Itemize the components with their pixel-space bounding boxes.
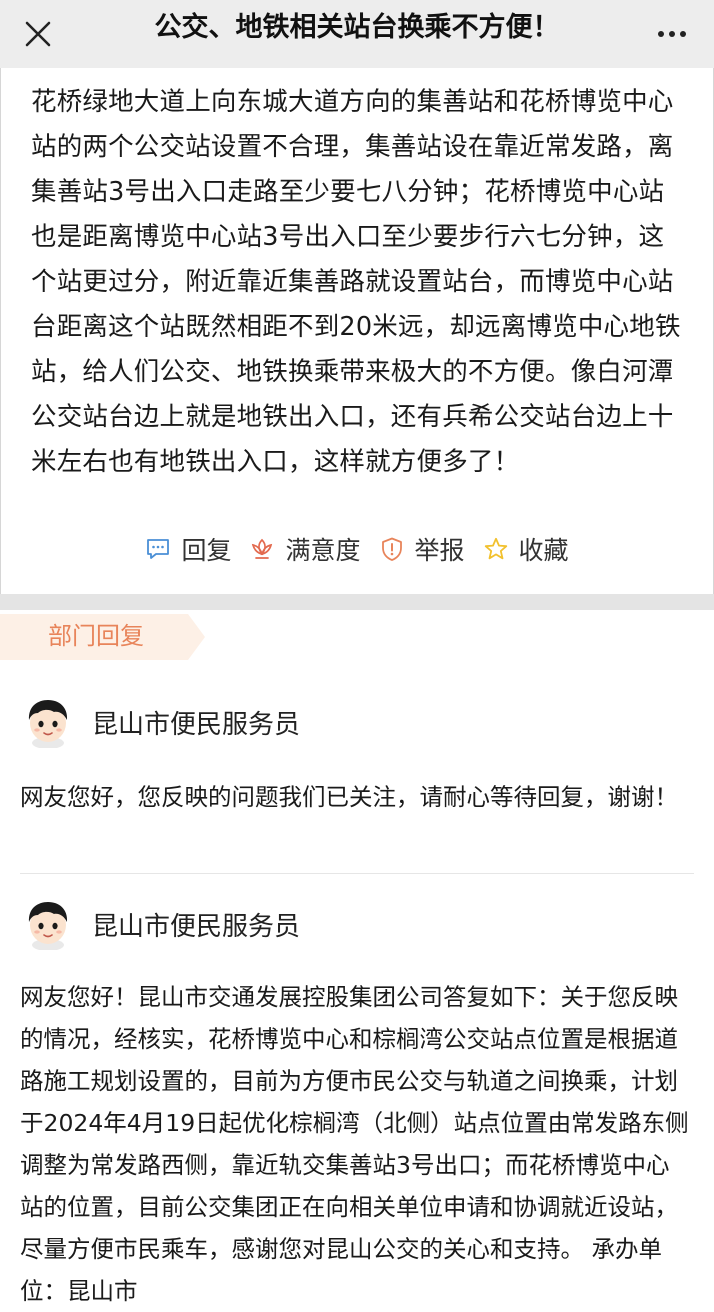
more-dot-icon xyxy=(680,31,686,37)
avatar xyxy=(28,902,68,950)
star-icon xyxy=(484,537,507,560)
reply-button[interactable]: 回复 xyxy=(145,531,231,567)
title-bar: 公交、地铁相关站台换乘不方便！ xyxy=(0,0,714,69)
department-reply-label: 部门回复 xyxy=(48,622,144,650)
reply-header: 昆山市便民服务员 xyxy=(24,696,300,748)
shield-alert-icon xyxy=(381,537,402,561)
report-button[interactable]: 举报 xyxy=(379,531,465,567)
reply-label: 回复 xyxy=(181,536,232,565)
reply-text: 网友您好，您反映的问题我们已关注，请耐心等待回复，谢谢！ xyxy=(20,783,678,811)
close-icon xyxy=(25,21,51,47)
close-button[interactable] xyxy=(14,10,62,58)
more-dot-icon xyxy=(658,31,664,37)
more-menu-button[interactable] xyxy=(644,10,700,58)
satisfaction-button[interactable]: 满意度 xyxy=(249,531,361,567)
reply-author: 昆山市便民服务员 xyxy=(92,911,301,942)
action-bar: 回复 满意度 举报 收藏 xyxy=(1,528,713,570)
favorite-button[interactable]: 收藏 xyxy=(483,531,569,567)
report-label: 举报 xyxy=(414,536,465,565)
section-separator xyxy=(0,594,714,610)
post-content: 花桥绿地大道上向东城大道方向的集善站和花桥博览中心站的两个公交站设置不合理，集善… xyxy=(31,87,681,477)
reply-text: 网友您好！昆山市交通发展控股集团公司答复如下：关于您反映的情况，经核实，花桥博览… xyxy=(20,983,689,1305)
reply-divider xyxy=(20,873,694,874)
comment-icon xyxy=(147,539,170,559)
more-dot-icon xyxy=(669,31,675,37)
lotus-icon xyxy=(252,538,273,559)
department-reply-tab: 部门回复 xyxy=(0,614,205,660)
reply-header: 昆山市便民服务员 xyxy=(24,898,300,950)
reply-author: 昆山市便民服务员 xyxy=(92,709,301,740)
favorite-label: 收藏 xyxy=(518,536,569,565)
satisfaction-label: 满意度 xyxy=(285,536,361,565)
page-title: 公交、地铁相关站台换乘不方便！ xyxy=(154,12,560,43)
post-card: 花桥绿地大道上向东城大道方向的集善站和花桥博览中心站的两个公交站设置不合理，集善… xyxy=(0,68,714,594)
avatar xyxy=(28,700,68,748)
